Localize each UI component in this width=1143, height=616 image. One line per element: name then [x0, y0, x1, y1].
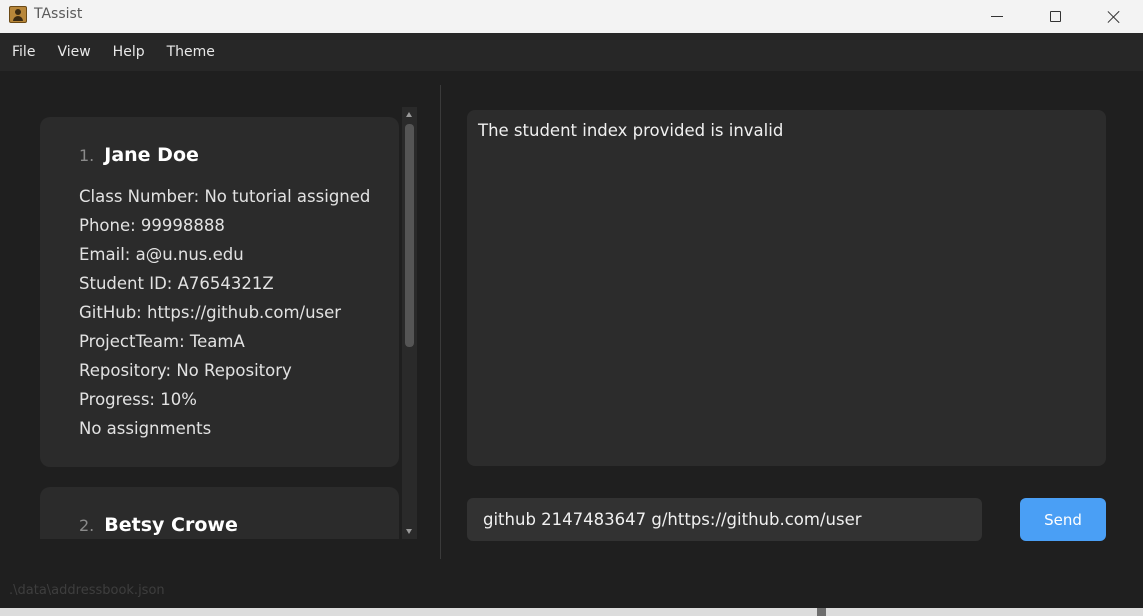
menu-bar: File View Help Theme — [0, 33, 1143, 71]
menu-theme[interactable]: Theme — [156, 33, 226, 71]
student-card[interactable]: 2. Betsy Crowe — [40, 487, 399, 539]
student-repository: Repository: No Repository — [79, 361, 292, 380]
taskbar-notch — [817, 608, 826, 616]
scroll-up-arrow-icon[interactable] — [406, 112, 412, 117]
student-name: Betsy Crowe — [104, 514, 238, 536]
result-message: The student index provided is invalid — [478, 121, 784, 140]
result-display: The student index provided is invalid — [467, 110, 1106, 466]
main-content: 1. Jane Doe Class Number: No tutorial as… — [0, 71, 1143, 616]
student-index: 1. — [79, 146, 95, 165]
minimize-button[interactable] — [974, 0, 1020, 33]
student-assignments: No assignments — [79, 419, 212, 438]
close-icon — [1107, 10, 1121, 24]
student-card-header: 1. Jane Doe — [79, 144, 199, 166]
menu-file[interactable]: File — [0, 33, 46, 71]
scrollbar-thumb[interactable] — [405, 124, 414, 347]
command-input[interactable] — [467, 498, 982, 541]
send-button[interactable]: Send — [1020, 498, 1106, 541]
panel-divider[interactable] — [440, 85, 441, 559]
student-details: Class Number: No tutorial assigned Phone… — [79, 182, 370, 443]
student-card[interactable]: 1. Jane Doe Class Number: No tutorial as… — [40, 117, 399, 467]
student-progress: Progress: 10% — [79, 390, 197, 409]
student-class-number: Class Number: No tutorial assigned — [79, 187, 371, 206]
student-project-team: ProjectTeam: TeamA — [79, 332, 245, 351]
student-name: Jane Doe — [104, 144, 199, 166]
close-button[interactable] — [1091, 0, 1137, 33]
student-email: Email: a@u.nus.edu — [79, 245, 244, 264]
student-github: GitHub: https://github.com/user — [79, 303, 342, 322]
student-phone: Phone: 99998888 — [79, 216, 225, 235]
app-logo-icon — [9, 6, 27, 23]
maximize-button[interactable] — [1032, 0, 1078, 33]
maximize-icon — [1049, 11, 1061, 22]
minimize-icon — [991, 16, 1003, 17]
taskbar-edge — [0, 608, 1143, 616]
student-list[interactable]: 1. Jane Doe Class Number: No tutorial as… — [40, 107, 402, 539]
student-index: 2. — [79, 516, 95, 535]
menu-help[interactable]: Help — [102, 33, 156, 71]
menu-view[interactable]: View — [46, 33, 101, 71]
student-card-header: 2. Betsy Crowe — [79, 514, 238, 536]
student-id: Student ID: A7654321Z — [79, 274, 274, 293]
status-bar-file-path: .\data\addressbook.json — [9, 583, 165, 598]
title-bar[interactable]: TAssist — [0, 0, 1143, 33]
scroll-down-arrow-icon[interactable] — [406, 529, 412, 534]
student-list-scrollbar[interactable] — [402, 107, 417, 539]
app-window: TAssist File View Help Theme 1. Jane Doe… — [0, 0, 1143, 616]
window-title: TAssist — [34, 6, 83, 22]
